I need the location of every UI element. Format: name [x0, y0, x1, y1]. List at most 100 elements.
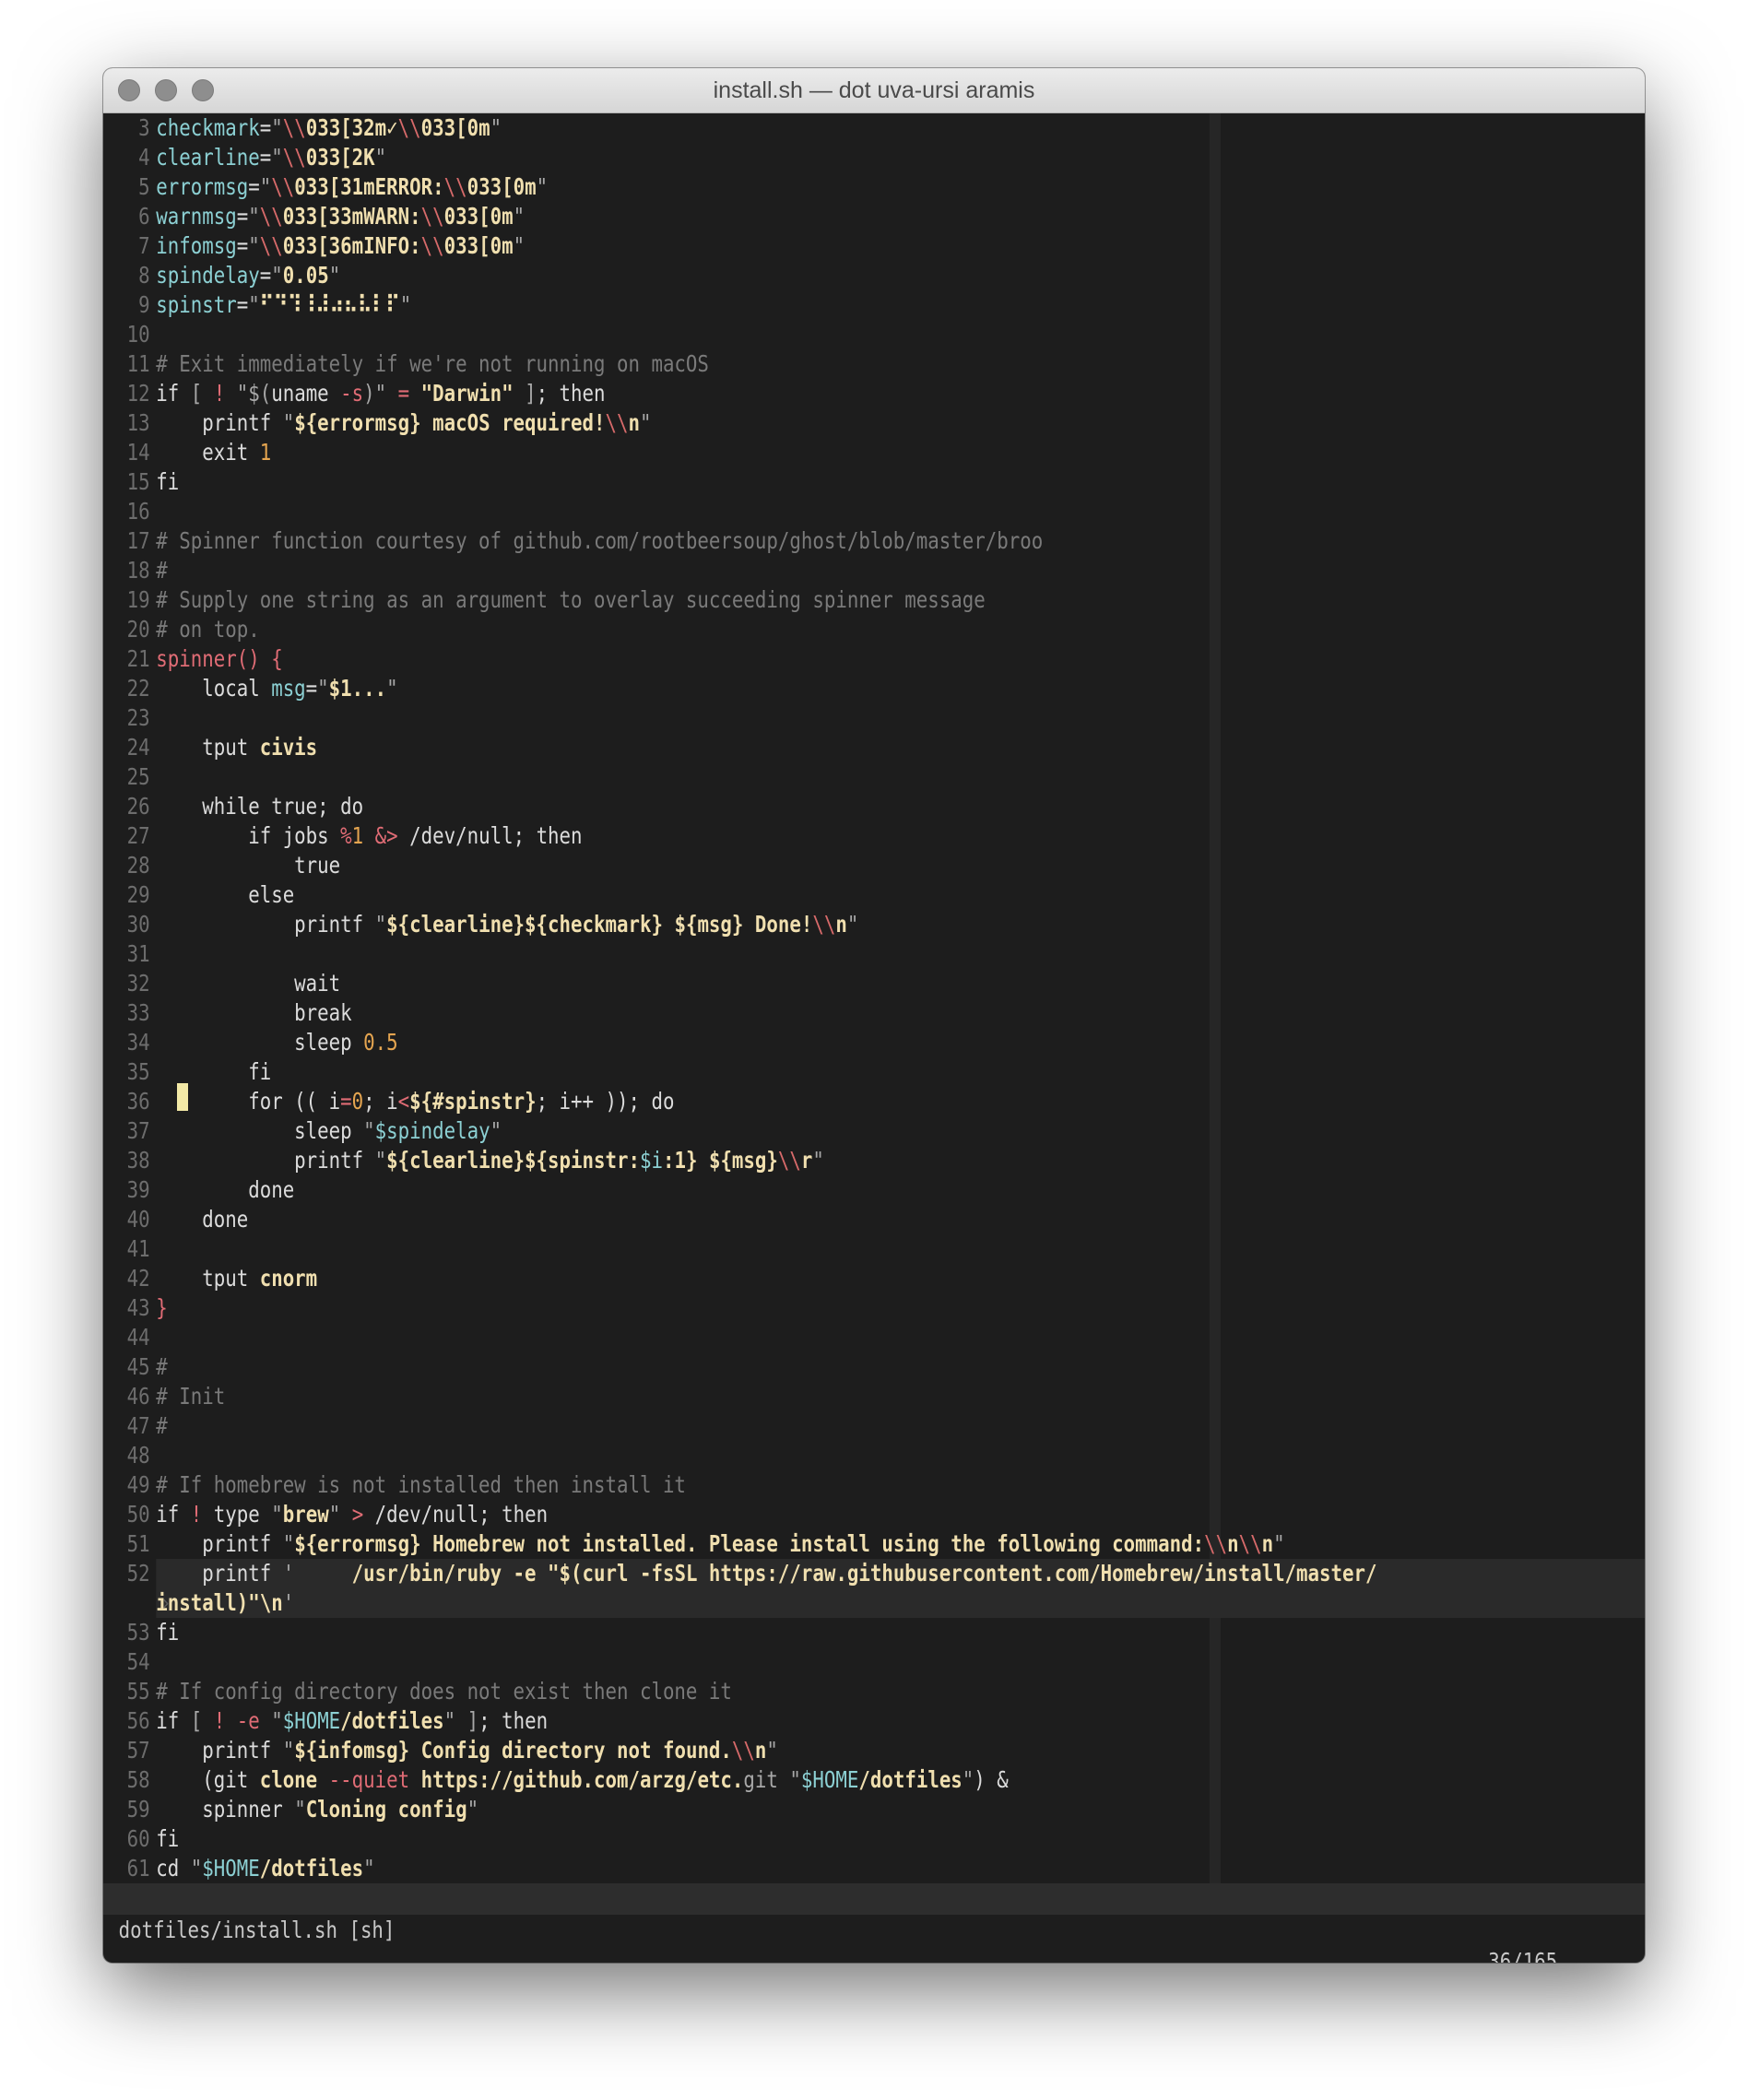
code-line[interactable]: 36 for (( i=0; i<${#spinstr}; i++ )); do: [103, 1087, 1383, 1116]
code-line[interactable]: 37 sleep "$spindelay": [103, 1116, 1383, 1146]
code-line[interactable]: › install)"\n': [103, 1588, 1645, 1618]
code-token: %: [340, 822, 352, 849]
code-token: ": [248, 203, 260, 230]
code-token: )": [363, 380, 398, 407]
code-token: n: [754, 1737, 767, 1764]
code-token: sleep: [156, 1117, 364, 1144]
code-token: fi: [156, 468, 180, 495]
code-line[interactable]: 54: [103, 1647, 1383, 1677]
code-token: ": [259, 173, 272, 200]
title-bar[interactable]: install.sh — dot uva-ursi aramis: [103, 68, 1645, 113]
line-number: 34: [126, 1029, 150, 1056]
code-token: "$(: [236, 380, 272, 407]
code-line[interactable]: 12 if [ ! "$(uname -s)" = "Darwin" ]; the…: [103, 379, 1383, 408]
code-token: 0: [351, 1088, 364, 1115]
code-token: $HOME: [800, 1766, 859, 1793]
code-line[interactable]: 43}: [103, 1293, 1383, 1323]
line-number: 6: [138, 203, 150, 230]
line-number: 17: [126, 527, 150, 554]
code-line[interactable]: 55 # If config directory does not exist t…: [103, 1677, 1383, 1706]
code-token: warnmsg: [156, 203, 237, 230]
editor-buffer[interactable]: 3 checkmark="\\033[32m✓\\033[0m" 4 clearlin…: [103, 113, 1645, 1883]
code-line[interactable]: 28 true: [103, 851, 1383, 880]
line-number: 48: [126, 1442, 150, 1469]
code-line[interactable]: 60 fi: [103, 1824, 1383, 1854]
code-line[interactable]: 39 done: [103, 1175, 1383, 1205]
code-line[interactable]: 42 tput cnorm: [103, 1264, 1383, 1293]
code-line[interactable]: 32 wait: [103, 969, 1383, 998]
code-line[interactable]: 57 printf "${infomsg} Config directory n…: [103, 1736, 1383, 1765]
code-line[interactable]: 61 cd "$HOME/dotfiles": [103, 1854, 1383, 1883]
code-line[interactable]: 13 printf "${errormsg} macOS required!\\…: [103, 408, 1383, 438]
code-line[interactable]: 29 else: [103, 880, 1383, 910]
code-line[interactable]: 48: [103, 1441, 1383, 1470]
code-line[interactable]: 14 exit 1: [103, 438, 1383, 467]
code-line[interactable]: 27 if jobs %1 &> /dev/null; then: [103, 821, 1383, 851]
code-line[interactable]: 40 done: [103, 1205, 1383, 1234]
code-token: \\: [1204, 1530, 1228, 1557]
code-token: ": [248, 232, 260, 259]
code-line[interactable]: 23: [103, 703, 1383, 733]
code-line[interactable]: 20 # on top.: [103, 615, 1383, 644]
line-content: spinner "Cloning config": [156, 1796, 478, 1823]
code-line[interactable]: 51 printf "${errormsg} Homebrew not inst…: [103, 1529, 1383, 1559]
line-content: fi: [156, 1825, 179, 1852]
code-line[interactable]: 26 while true; do: [103, 792, 1383, 821]
line-content: printf ' /usr/bin/ruby -e "$(curl -fsSL …: [156, 1559, 1645, 1588]
code-line[interactable]: 59 spinner "Cloning config": [103, 1795, 1383, 1824]
code-token: <: [397, 1088, 410, 1115]
code-line[interactable]: 50 if ! type "brew" > /dev/null; then: [103, 1500, 1383, 1529]
code-token: install)"\n: [156, 1589, 283, 1616]
line-number: 33: [126, 999, 150, 1026]
code-line[interactable]: 53 fi: [103, 1618, 1383, 1647]
code-line[interactable]: 41: [103, 1234, 1383, 1264]
code-line[interactable]: 17 # Spinner function courtesy of github.…: [103, 526, 1383, 556]
line-number: 7: [138, 232, 150, 259]
line-number: 9: [138, 291, 150, 318]
code-line[interactable]: 45 #: [103, 1352, 1383, 1382]
code-line[interactable]: 3 checkmark="\\033[32m✓\\033[0m": [103, 113, 1383, 143]
code-line[interactable]: 44: [103, 1323, 1383, 1352]
code-token: 033[0m: [443, 203, 514, 230]
code-line[interactable]: 15 fi: [103, 467, 1383, 497]
code-token: else: [156, 881, 295, 908]
code-line[interactable]: 7 infomsg="\\033[36mINFO:\\033[0m": [103, 231, 1383, 261]
code-line[interactable]: 49 # If homebrew is not installed then in…: [103, 1470, 1383, 1500]
code-line[interactable]: 8 spindelay="0.05": [103, 261, 1383, 290]
line-number: 28: [126, 852, 150, 879]
code-token: \\: [282, 114, 306, 141]
code-line[interactable]: 22 local msg="$1...": [103, 674, 1383, 703]
code-line[interactable]: 25: [103, 762, 1383, 792]
code-token: uname: [271, 380, 341, 407]
code-line[interactable]: 46 # Init: [103, 1382, 1383, 1411]
code-line[interactable]: 9 spinstr="⠋⠙⠹⠸⠼⠴⠦⠧⠇⠏": [103, 290, 1383, 320]
code-token: ": [282, 1737, 295, 1764]
code-line[interactable]: 4 clearline="\\033[2K": [103, 143, 1383, 172]
code-line[interactable]: 35 fi: [103, 1057, 1383, 1087]
code-token: fi: [156, 1619, 180, 1646]
code-line[interactable]: 34 sleep 0.5: [103, 1028, 1383, 1057]
code-line[interactable]: 33 break: [103, 998, 1383, 1028]
code-line[interactable]: 58 (git clone --quiet https://github.com…: [103, 1765, 1383, 1795]
code-line[interactable]: 30 printf "${clearline}${checkmark} ${ms…: [103, 910, 1383, 939]
code-line[interactable]: 19 # Supply one string as an argument to …: [103, 585, 1383, 615]
line-number: 5: [138, 173, 150, 200]
code-line[interactable]: 31: [103, 939, 1383, 969]
code-token: =: [236, 203, 249, 230]
code-line[interactable]: 52 printf ' /usr/bin/ruby -e "$(curl -fs…: [103, 1559, 1645, 1588]
code-line[interactable]: 38 printf "${clearline}${spinstr:$i:1} $…: [103, 1146, 1383, 1175]
code-line[interactable]: 24 tput civis: [103, 733, 1383, 762]
code-line[interactable]: 10: [103, 320, 1383, 349]
code-token: ": [248, 291, 260, 318]
code-line[interactable]: 16: [103, 497, 1383, 526]
code-line[interactable]: 6 warnmsg="\\033[33mWARN:\\033[0m": [103, 202, 1383, 231]
line-number: 10: [126, 321, 150, 348]
code-line[interactable]: 5 errormsg="\\033[31mERROR:\\033[0m": [103, 172, 1383, 202]
code-line[interactable]: 18 #: [103, 556, 1383, 585]
code-line[interactable]: 56 if [ ! -e "$HOME/dotfiles" ]; then: [103, 1706, 1383, 1736]
code-line[interactable]: 11 # Exit immediately if we're not runnin…: [103, 349, 1383, 379]
code-line[interactable]: 21 spinner() {: [103, 644, 1383, 674]
code-line[interactable]: 47 #: [103, 1411, 1383, 1441]
line-number: 27: [126, 822, 150, 849]
code-token: 1: [351, 822, 364, 849]
